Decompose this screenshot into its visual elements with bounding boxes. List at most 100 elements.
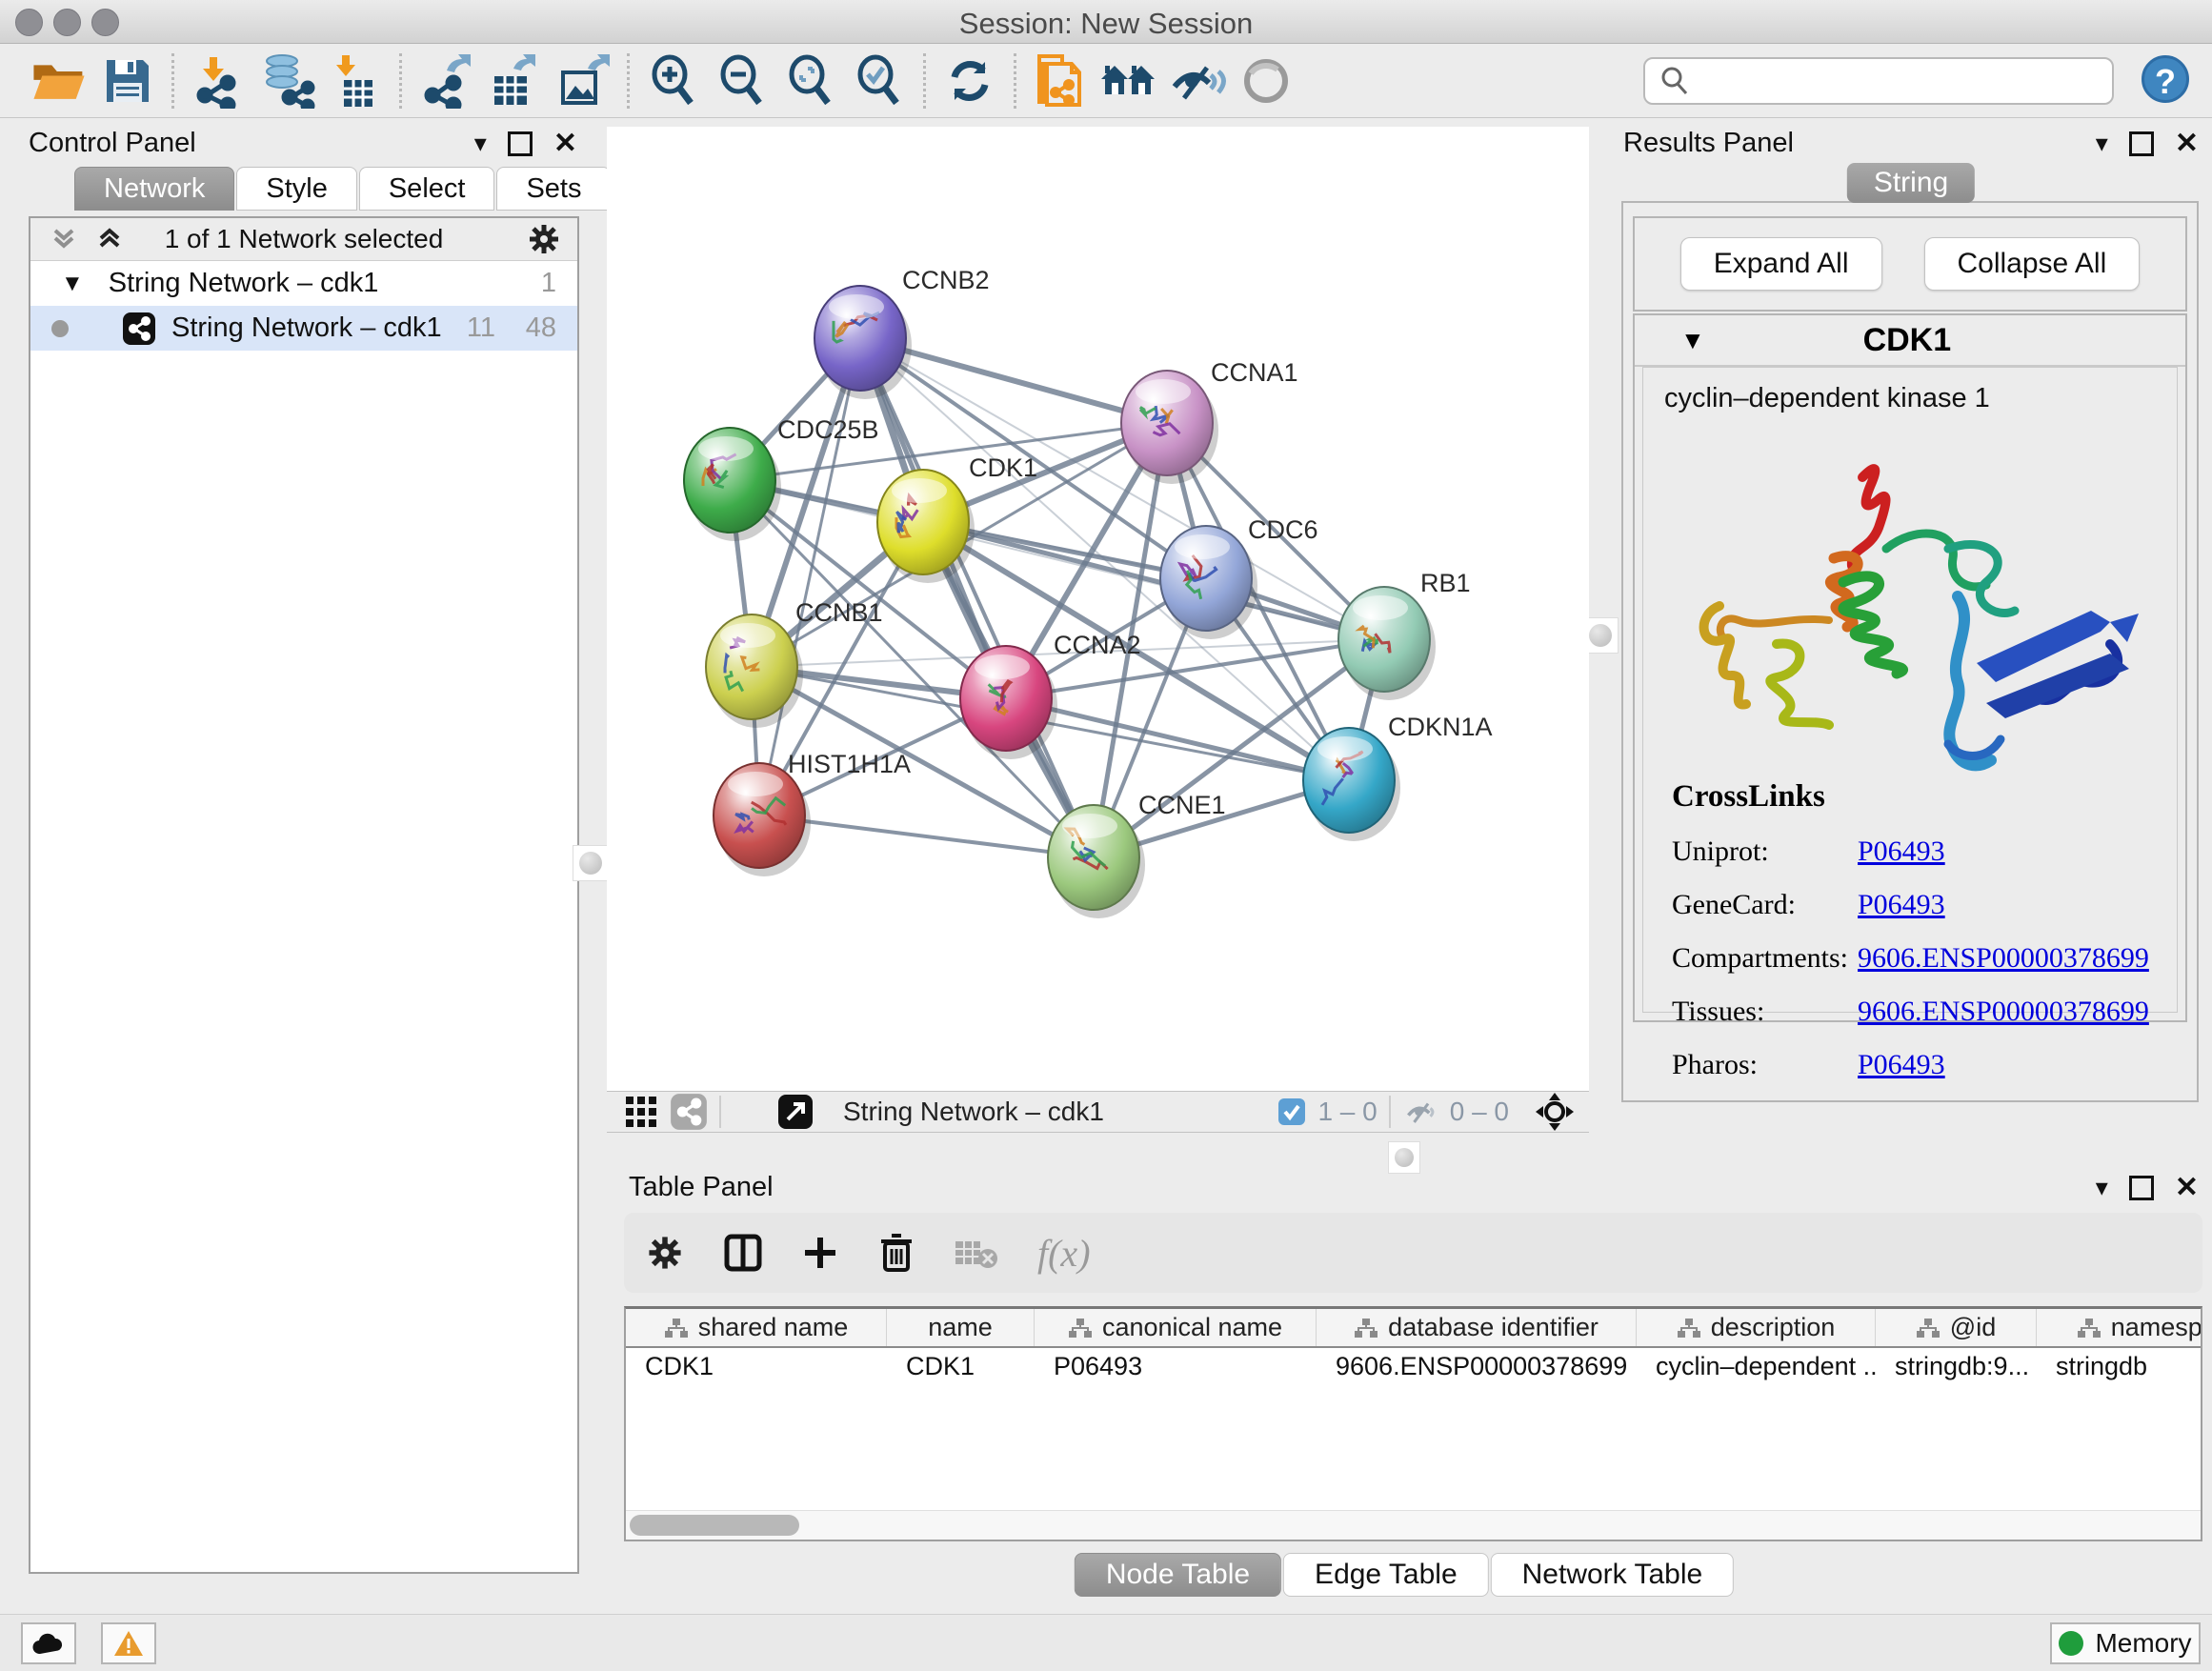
memory-button[interactable]: Memory — [2050, 1622, 2201, 1664]
network-row[interactable]: String Network – cdk1 11 48 — [30, 306, 577, 351]
control-panel-collapse-icon[interactable]: ▾ — [474, 129, 487, 158]
edge-CCNB2-HIST1H1A[interactable] — [759, 338, 860, 815]
zoom-fit-button[interactable] — [776, 50, 845, 112]
scrollbar-thumb[interactable] — [630, 1515, 799, 1536]
import-network-button[interactable] — [184, 50, 252, 112]
node-CCNE1[interactable]: CCNE1 — [1048, 791, 1226, 918]
node-CDC6[interactable]: CDC6 — [1160, 515, 1318, 639]
table-cell: stringdb:9... — [1876, 1348, 2037, 1385]
open-session-button[interactable] — [25, 50, 93, 112]
tab-node-table[interactable]: Node Table — [1075, 1553, 1281, 1597]
export-network-button[interactable] — [412, 50, 480, 112]
warning-status-button[interactable] — [101, 1622, 156, 1664]
toolbar-separator — [399, 53, 402, 109]
node-table[interactable]: shared namenamecanonical namedatabase id… — [624, 1306, 2202, 1541]
network-canvas[interactable]: CCNB2CCNA1CDC25BCDK1CDC6RB1CCNB1CCNA2CDK… — [607, 127, 1589, 1091]
node-label-CCNE1: CCNE1 — [1138, 791, 1226, 819]
string-homes-button[interactable] — [1095, 50, 1163, 112]
network-edge-count: 48 — [526, 312, 556, 344]
gear-icon[interactable] — [526, 221, 562, 257]
node-CCNB2[interactable]: CCNB2 — [814, 266, 990, 399]
zoom-selected-button[interactable] — [845, 50, 914, 112]
table-panel-collapse-icon[interactable]: ▾ — [2096, 1173, 2108, 1202]
delete-column-trash-icon[interactable] — [877, 1232, 915, 1274]
save-session-button[interactable] — [93, 50, 162, 112]
tab-string[interactable]: String — [1847, 163, 1975, 203]
column-header-namespace[interactable]: namespace — [2037, 1309, 2202, 1346]
main-toolbar: ? — [0, 44, 2212, 118]
tab-network[interactable]: Network — [74, 167, 234, 211]
tab-select[interactable]: Select — [359, 167, 495, 211]
edge-CCNB2-CCNE1[interactable] — [860, 338, 1094, 857]
tab-network-table[interactable]: Network Table — [1491, 1553, 1735, 1597]
grid-view-icon[interactable] — [622, 1093, 660, 1131]
crosslink-link[interactable]: P06493 — [1858, 1049, 1945, 1081]
search-input[interactable] — [1695, 66, 2112, 97]
column-header-name[interactable]: name — [887, 1309, 1035, 1346]
crosslink-link[interactable]: P06493 — [1858, 836, 1945, 868]
column-header-database-identifier[interactable]: database identifier — [1317, 1309, 1637, 1346]
node-RB1[interactable]: RB1 — [1338, 569, 1471, 700]
network-graph[interactable]: CCNB2CCNA1CDC25BCDK1CDC6RB1CCNB1CCNA2CDK… — [607, 127, 1589, 1091]
control-panel-close-icon[interactable]: ✕ — [553, 127, 577, 160]
results-panel-close-icon[interactable]: ✕ — [2175, 127, 2199, 160]
export-image-button[interactable] — [549, 50, 617, 112]
export-table-button[interactable] — [480, 50, 549, 112]
expand-all-button[interactable]: Expand All — [1680, 237, 1882, 291]
crosslink-link[interactable]: 9606.ENSP00000378699 — [1858, 996, 2149, 1028]
network-selection-status: 1 of 1 Network selected — [30, 224, 577, 254]
zoom-in-button[interactable] — [639, 50, 708, 112]
node-HIST1H1A[interactable]: HIST1H1A — [714, 750, 911, 876]
hide-toggle-button[interactable] — [1163, 50, 1232, 112]
node-label-CDC25B: CDC25B — [777, 415, 879, 444]
share-view-icon[interactable] — [670, 1093, 708, 1131]
node-CDKN1A[interactable]: CDKN1A — [1303, 713, 1493, 841]
show-eye-button[interactable] — [1232, 50, 1300, 112]
refresh-icon — [943, 54, 996, 108]
string-import-button[interactable] — [1026, 50, 1095, 112]
column-header-shared-name[interactable]: shared name — [626, 1309, 887, 1346]
zoom-out-button[interactable] — [708, 50, 776, 112]
protein-collapse-arrow-icon[interactable]: ▼ — [1680, 326, 1705, 355]
open-in-new-icon[interactable] — [776, 1093, 814, 1131]
add-column-icon[interactable] — [801, 1234, 839, 1272]
control-panel-float-icon[interactable] — [508, 131, 533, 156]
import-network-from-database-button[interactable] — [252, 50, 321, 112]
table-settings-gear-icon[interactable] — [645, 1233, 685, 1273]
selected-checkbox-icon[interactable] — [1277, 1097, 1306, 1126]
status-bar: Memory — [0, 1614, 2212, 1671]
results-panel-collapse-icon[interactable]: ▾ — [2096, 129, 2108, 158]
column-header-description[interactable]: description — [1637, 1309, 1876, 1346]
table-horizontal-scrollbar[interactable] — [626, 1510, 2201, 1540]
column-header--id[interactable]: @id — [1876, 1309, 2037, 1346]
tab-edge-table[interactable]: Edge Table — [1283, 1553, 1489, 1597]
cloud-status-button[interactable] — [21, 1622, 76, 1664]
import-table-button[interactable] — [321, 50, 390, 112]
tab-sets[interactable]: Sets — [496, 167, 611, 211]
network-collection-row[interactable]: ▼ String Network – cdk1 1 — [30, 261, 577, 306]
network-list-box: 1 of 1 Network selected ▼ String Network… — [29, 216, 579, 1574]
table-row[interactable]: CDK1CDK1P064939606.ENSP00000378699cyclin… — [626, 1348, 2201, 1385]
node-label-RB1: RB1 — [1420, 569, 1471, 597]
collapse-all-button[interactable]: Collapse All — [1924, 237, 2141, 291]
table-panel-float-icon[interactable] — [2129, 1176, 2154, 1200]
results-panel-float-icon[interactable] — [2129, 131, 2154, 156]
collection-expand-arrow-icon[interactable]: ▼ — [61, 271, 84, 297]
delete-table-icon[interactable] — [954, 1236, 999, 1270]
tab-style[interactable]: Style — [236, 167, 356, 211]
function-builder-icon[interactable]: f(x) — [1037, 1231, 1091, 1276]
table-panel-close-icon[interactable]: ✕ — [2175, 1171, 2199, 1204]
refresh-view-button[interactable] — [935, 50, 1004, 112]
left-splitter-handle[interactable] — [573, 845, 609, 881]
pan-crosshair-icon[interactable] — [1534, 1091, 1576, 1133]
import-table-icon — [329, 53, 382, 109]
crosslink-label: Tissues: — [1672, 996, 1858, 1028]
network-node-count: 11 — [467, 312, 495, 344]
help-button[interactable]: ? — [2142, 55, 2189, 103]
column-header-canonical-name[interactable]: canonical name — [1035, 1309, 1317, 1346]
crosslink-link[interactable]: P06493 — [1858, 889, 1945, 921]
select-columns-icon[interactable] — [723, 1233, 763, 1273]
node-CDK1[interactable]: CDK1 — [877, 453, 1037, 583]
collection-name: String Network – cdk1 — [109, 268, 379, 299]
crosslink-link[interactable]: 9606.ENSP00000378699 — [1858, 942, 2149, 975]
